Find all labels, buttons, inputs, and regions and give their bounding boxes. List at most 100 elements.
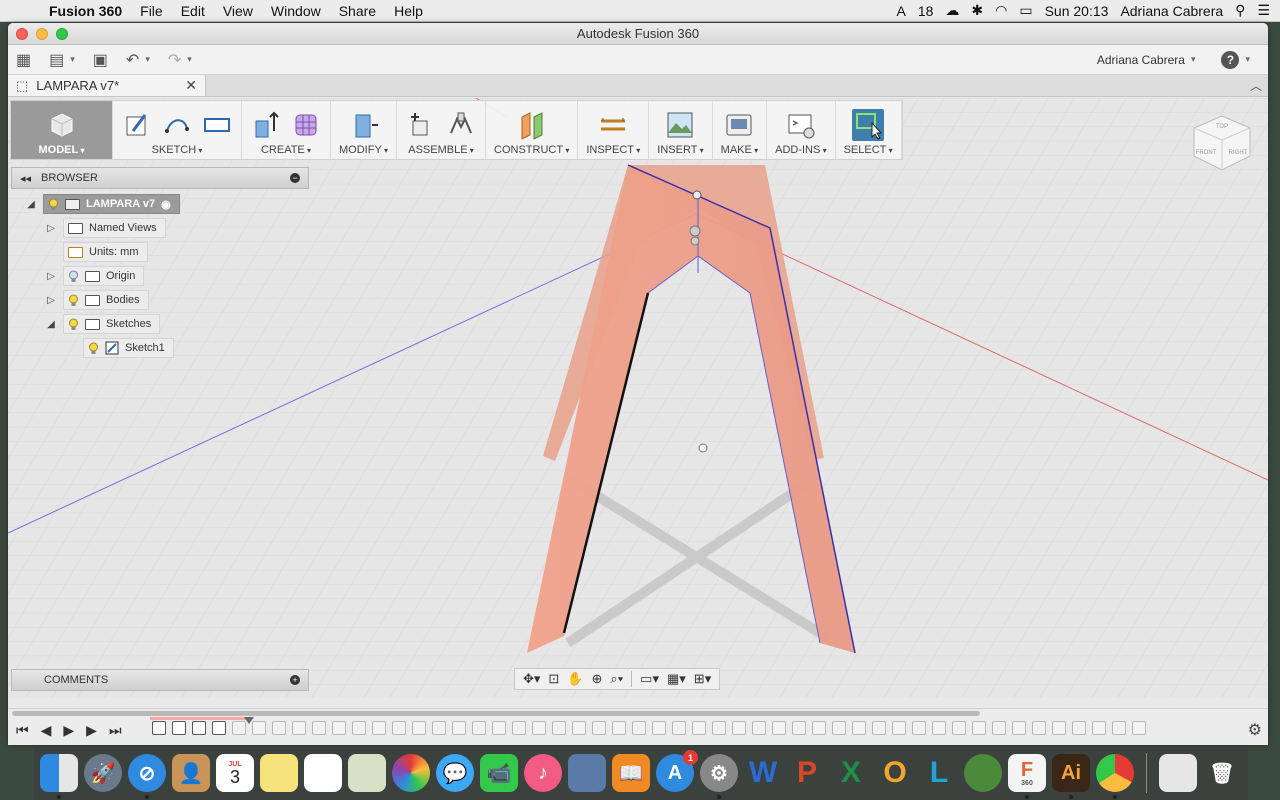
make-group[interactable]: MAKE bbox=[713, 101, 768, 159]
canvas-viewport[interactable]: MODEL SKETCH CREATE bbox=[8, 98, 1268, 698]
app-store-icon[interactable]: A1 bbox=[656, 750, 698, 792]
comments-header[interactable]: COMMENTS + bbox=[11, 669, 309, 691]
orbit-icon[interactable]: ✥▾ bbox=[523, 671, 540, 687]
save-icon[interactable]: ▣ bbox=[93, 50, 108, 70]
menu-file[interactable]: File bbox=[131, 3, 172, 19]
timeline-feature[interactable] bbox=[632, 721, 646, 735]
sketch-point[interactable] bbox=[692, 190, 702, 200]
press-pull-icon[interactable] bbox=[348, 109, 380, 141]
timeline-feature[interactable] bbox=[972, 721, 986, 735]
bluetooth-icon[interactable]: ✱ bbox=[971, 2, 983, 19]
file-menu-button[interactable]: ▤ ▾ bbox=[49, 50, 75, 70]
calendar-icon[interactable]: JUL 3 bbox=[216, 754, 254, 792]
timeline-feature[interactable] bbox=[252, 721, 266, 735]
timeline-feature[interactable] bbox=[1132, 721, 1146, 735]
fusion-360-icon[interactable]: F 360 bbox=[1008, 754, 1046, 799]
timeline-feature[interactable] bbox=[932, 721, 946, 735]
line-icon[interactable] bbox=[161, 109, 193, 141]
add-comment-icon[interactable]: + bbox=[290, 675, 300, 685]
lightbulb-icon[interactable] bbox=[88, 342, 99, 355]
reminders-icon[interactable] bbox=[304, 754, 342, 792]
timeline-feature[interactable] bbox=[652, 721, 666, 735]
timeline-feature[interactable] bbox=[952, 721, 966, 735]
timeline-settings-gear-icon[interactable]: ⚙ bbox=[1248, 720, 1262, 740]
play-icon[interactable]: ▶ bbox=[63, 722, 74, 739]
tree-row-root[interactable]: ◢ LAMPARA v7 ◉ bbox=[25, 194, 180, 214]
new-component-icon[interactable] bbox=[405, 109, 437, 141]
finder-icon[interactable] bbox=[40, 754, 78, 799]
lightbulb-icon[interactable] bbox=[68, 294, 79, 307]
view-cube[interactable]: TOP FRONT RIGHT bbox=[1186, 104, 1258, 176]
battery-icon[interactable]: ▭ bbox=[1019, 2, 1032, 19]
extrude-icon[interactable] bbox=[250, 109, 282, 141]
modify-group[interactable]: MODIFY bbox=[331, 101, 398, 159]
zoom-icon[interactable]: ⊕ bbox=[592, 671, 603, 687]
lightbulb-icon[interactable] bbox=[68, 318, 79, 331]
rectangle-icon[interactable] bbox=[201, 109, 233, 141]
sketches-node[interactable]: Sketches bbox=[63, 314, 161, 334]
menu-edit[interactable]: Edit bbox=[172, 3, 214, 19]
go-to-start-icon[interactable]: ⏮ bbox=[16, 722, 29, 739]
timeline-feature[interactable] bbox=[1112, 721, 1126, 735]
timeline-feature[interactable] bbox=[1092, 721, 1106, 735]
timeline-feature[interactable] bbox=[992, 721, 1006, 735]
timeline-feature[interactable] bbox=[392, 721, 406, 735]
safari-icon[interactable]: ⊘ bbox=[128, 754, 166, 799]
timeline-feature[interactable] bbox=[272, 721, 286, 735]
timeline-feature[interactable] bbox=[332, 721, 346, 735]
minimize-window-button[interactable] bbox=[36, 28, 48, 40]
documents-stack-icon[interactable] bbox=[1159, 754, 1197, 792]
units-node[interactable]: Units: mm bbox=[63, 242, 148, 262]
tree-row-origin[interactable]: ▷ Origin bbox=[45, 266, 145, 286]
timeline-feature[interactable] bbox=[692, 721, 706, 735]
browser-header[interactable]: ◂◂ BROWSER − bbox=[11, 167, 309, 189]
collapse-triangle-icon[interactable]: ◢ bbox=[45, 319, 57, 330]
timeline-feature[interactable] bbox=[892, 721, 906, 735]
ibooks-icon[interactable]: 📖 bbox=[612, 754, 650, 792]
collapse-tabs-icon[interactable]: ︿ bbox=[1244, 75, 1268, 96]
preview-icon[interactable] bbox=[348, 754, 386, 792]
timeline-feature[interactable] bbox=[292, 721, 306, 735]
timeline-feature[interactable] bbox=[372, 721, 386, 735]
powerpoint-icon[interactable]: P bbox=[788, 754, 826, 792]
document-tab[interactable]: ⬚ LAMPARA v7* ✕ bbox=[8, 75, 206, 96]
system-preferences-icon[interactable]: ⚙ bbox=[700, 754, 738, 799]
network-app-icon[interactable] bbox=[964, 754, 1002, 792]
construct-group[interactable]: CONSTRUCT bbox=[486, 101, 579, 159]
expand-triangle-icon[interactable]: ◢ bbox=[25, 199, 37, 210]
view-cube-front[interactable]: FRONT bbox=[1196, 150, 1217, 156]
expand-triangle-icon[interactable]: ▷ bbox=[45, 295, 57, 306]
timeline-feature[interactable] bbox=[812, 721, 826, 735]
trash-icon[interactable]: 🗑 bbox=[1203, 754, 1241, 792]
create-group[interactable]: CREATE bbox=[242, 101, 331, 159]
view-cube-top[interactable]: TOP bbox=[1216, 124, 1228, 130]
notification-center-icon[interactable]: ☰ bbox=[1257, 2, 1270, 19]
outlook-icon[interactable]: O bbox=[876, 754, 914, 792]
timeline-feature[interactable] bbox=[912, 721, 926, 735]
step-forward-icon[interactable]: ▶ bbox=[86, 722, 97, 739]
display-settings-icon[interactable]: ▭▾ bbox=[640, 671, 659, 687]
named-views-node[interactable]: Named Views bbox=[63, 218, 166, 238]
origin-node[interactable]: Origin bbox=[63, 266, 145, 286]
tree-row-units[interactable]: Units: mm bbox=[63, 242, 148, 262]
assemble-group[interactable]: ASSEMBLE bbox=[397, 101, 487, 159]
spotlight-search-icon[interactable]: ⚲ bbox=[1235, 2, 1245, 19]
menu-window[interactable]: Window bbox=[262, 3, 330, 19]
undo-button[interactable]: ↶ ▾ bbox=[126, 50, 150, 70]
zoom-window-button[interactable] bbox=[56, 28, 68, 40]
collapse-panel-icon[interactable]: ◂◂ bbox=[20, 172, 31, 185]
illustrator-icon[interactable]: Ai bbox=[1052, 754, 1090, 799]
timeline-feature[interactable] bbox=[152, 721, 166, 735]
origin-point[interactable] bbox=[698, 443, 708, 453]
expand-triangle-icon[interactable]: ▷ bbox=[45, 223, 57, 234]
workspace-switcher[interactable]: MODEL bbox=[11, 101, 113, 159]
offset-plane-icon[interactable] bbox=[516, 109, 548, 141]
timeline-feature[interactable] bbox=[872, 721, 886, 735]
timeline-feature[interactable] bbox=[792, 721, 806, 735]
notes-icon[interactable] bbox=[260, 754, 298, 792]
menubar-clock[interactable]: Sun 20:13 bbox=[1045, 3, 1109, 19]
sketch-group[interactable]: SKETCH bbox=[113, 101, 242, 159]
root-component-node[interactable]: LAMPARA v7 ◉ bbox=[43, 194, 180, 214]
timeline-feature[interactable] bbox=[412, 721, 426, 735]
photos-icon[interactable] bbox=[392, 754, 430, 792]
